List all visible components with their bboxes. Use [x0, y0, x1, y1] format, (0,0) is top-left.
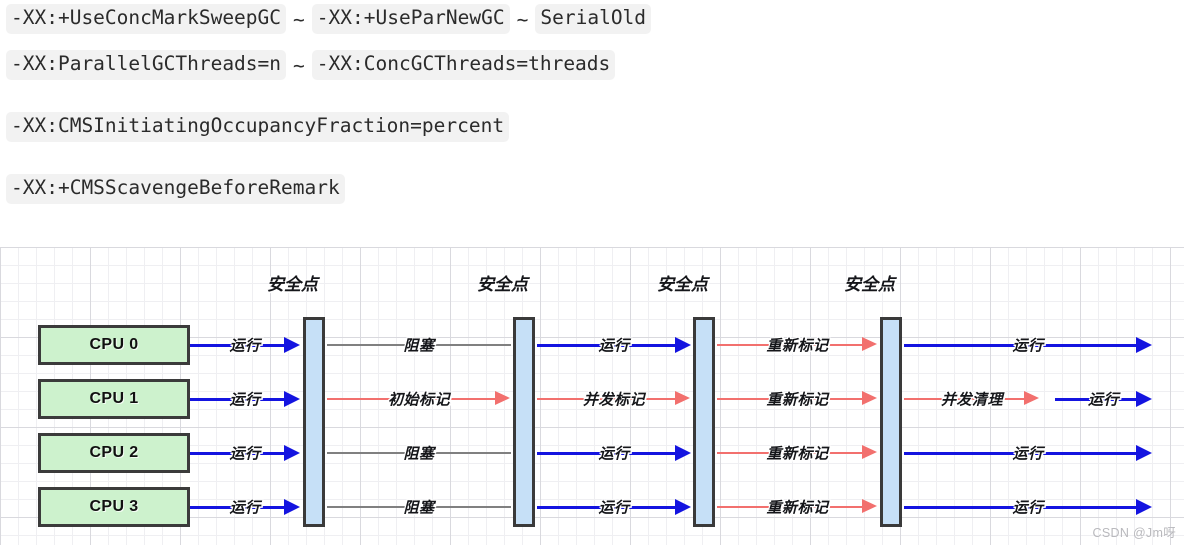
arrow-head-icon: [862, 391, 877, 405]
arrow-head-icon: [1136, 337, 1152, 353]
jvm-option-code: -XX:+UseConcMarkSweepGC: [6, 4, 287, 34]
csdn-watermark: CSDN @Jm呀: [1092, 526, 1176, 540]
safepoint-bar-1: [513, 317, 535, 527]
safepoint-bar-0: [303, 317, 325, 527]
jvm-option-code: -XX:ConcGCThreads=threads: [311, 50, 616, 80]
arrow-head-icon: [495, 391, 510, 405]
cpu-box-3: CPU 3: [38, 487, 190, 527]
flow-label-blocked: 阻塞: [403, 337, 435, 355]
option-separator: ~: [293, 7, 305, 31]
jvm-options-list: -XX:+UseConcMarkSweepGC ~ -XX:+UseParNewGC…: [0, 0, 1184, 220]
safepoint-label-1: 安全点: [477, 275, 528, 294]
flow-label-running: 运行: [1012, 337, 1044, 355]
flow-label-concurrent-mark: 并发标记: [582, 391, 646, 409]
safepoint-label-3: 安全点: [844, 275, 895, 294]
arrow-head-icon: [675, 445, 691, 461]
arrow-head-icon: [284, 391, 300, 407]
option-separator: ~: [516, 7, 529, 31]
flow-label-running: 运行: [229, 499, 261, 517]
safepoint-label-2: 安全点: [657, 275, 708, 294]
arrow-head-icon: [1136, 391, 1152, 407]
arrow-head-icon: [675, 337, 691, 353]
flow-label-running: 运行: [229, 337, 261, 355]
safepoint-label-0: 安全点: [267, 275, 318, 294]
arrow-head-icon: [862, 445, 877, 459]
cpu-box-0: CPU 0: [38, 325, 190, 365]
flow-label-running: 运行: [1012, 499, 1044, 517]
flow-label-remark: 重新标记: [766, 445, 829, 463]
flow-label-running: 运行: [598, 337, 630, 355]
jvm-option-code: SerialOld: [535, 4, 652, 34]
jvm-option-line: -XX:CMSInitiatingOccupancyFraction=perce…: [0, 96, 1184, 158]
flow-label-remark: 重新标记: [766, 499, 829, 517]
jvm-option-line: -XX:+CMSScavengeBeforeRemark: [0, 158, 1184, 220]
jvm-option-code: -XX:ParallelGCThreads=n: [6, 50, 287, 80]
jvm-option-code: -XX:CMSInitiatingOccupancyFraction=perce…: [6, 112, 510, 142]
flow-label-blocked: 阻塞: [403, 445, 435, 463]
arrow-head-icon: [284, 499, 300, 515]
flow-label-initial-mark: 初始标记: [387, 391, 451, 409]
arrow-head-icon: [675, 499, 691, 515]
jvm-option-code: -XX:+CMSScavengeBeforeRemark: [6, 174, 345, 204]
arrow-head-icon: [675, 391, 690, 405]
arrow-head-icon: [284, 337, 300, 353]
jvm-option-line: -XX:+UseConcMarkSweepGC ~ -XX:+UseParNewGC…: [0, 0, 1184, 34]
jvm-option-code: -XX:+UseParNewGC: [311, 4, 510, 34]
arrow-head-icon: [1136, 499, 1152, 515]
option-separator: ~: [293, 53, 305, 77]
cpu-box-1: CPU 1: [38, 379, 190, 419]
arrow-head-icon: [284, 445, 300, 461]
flow-label-running: 运行: [1087, 391, 1120, 409]
safepoint-bar-3: [880, 317, 902, 527]
flow-label-remark: 重新标记: [766, 391, 829, 409]
cpu-box-2: CPU 2: [38, 433, 190, 473]
jvm-option-line: -XX:ParallelGCThreads=n ~ -XX:ConcGCThread…: [0, 34, 1184, 96]
arrow-head-icon: [862, 337, 877, 351]
flow-label-blocked: 阻塞: [403, 499, 435, 517]
flow-label-running: 运行: [1012, 445, 1044, 463]
arrow-head-icon: [862, 499, 877, 513]
arrow-head-icon: [1024, 391, 1039, 405]
cms-gc-timeline-diagram: CPU 0 CPU 1 CPU 2 CPU 3 安全点 安全点 安全点 安全点 运行 阻塞 运行 重新…: [0, 247, 1184, 545]
flow-label-concurrent-sweep: 并发清理: [940, 391, 1004, 409]
flow-label-remark: 重新标记: [766, 337, 829, 355]
flow-label-running: 运行: [598, 445, 630, 463]
flow-label-running: 运行: [598, 499, 630, 517]
flow-label-running: 运行: [229, 391, 261, 409]
safepoint-bar-2: [693, 317, 715, 527]
arrow-head-icon: [1136, 445, 1152, 461]
flow-label-running: 运行: [229, 445, 261, 463]
